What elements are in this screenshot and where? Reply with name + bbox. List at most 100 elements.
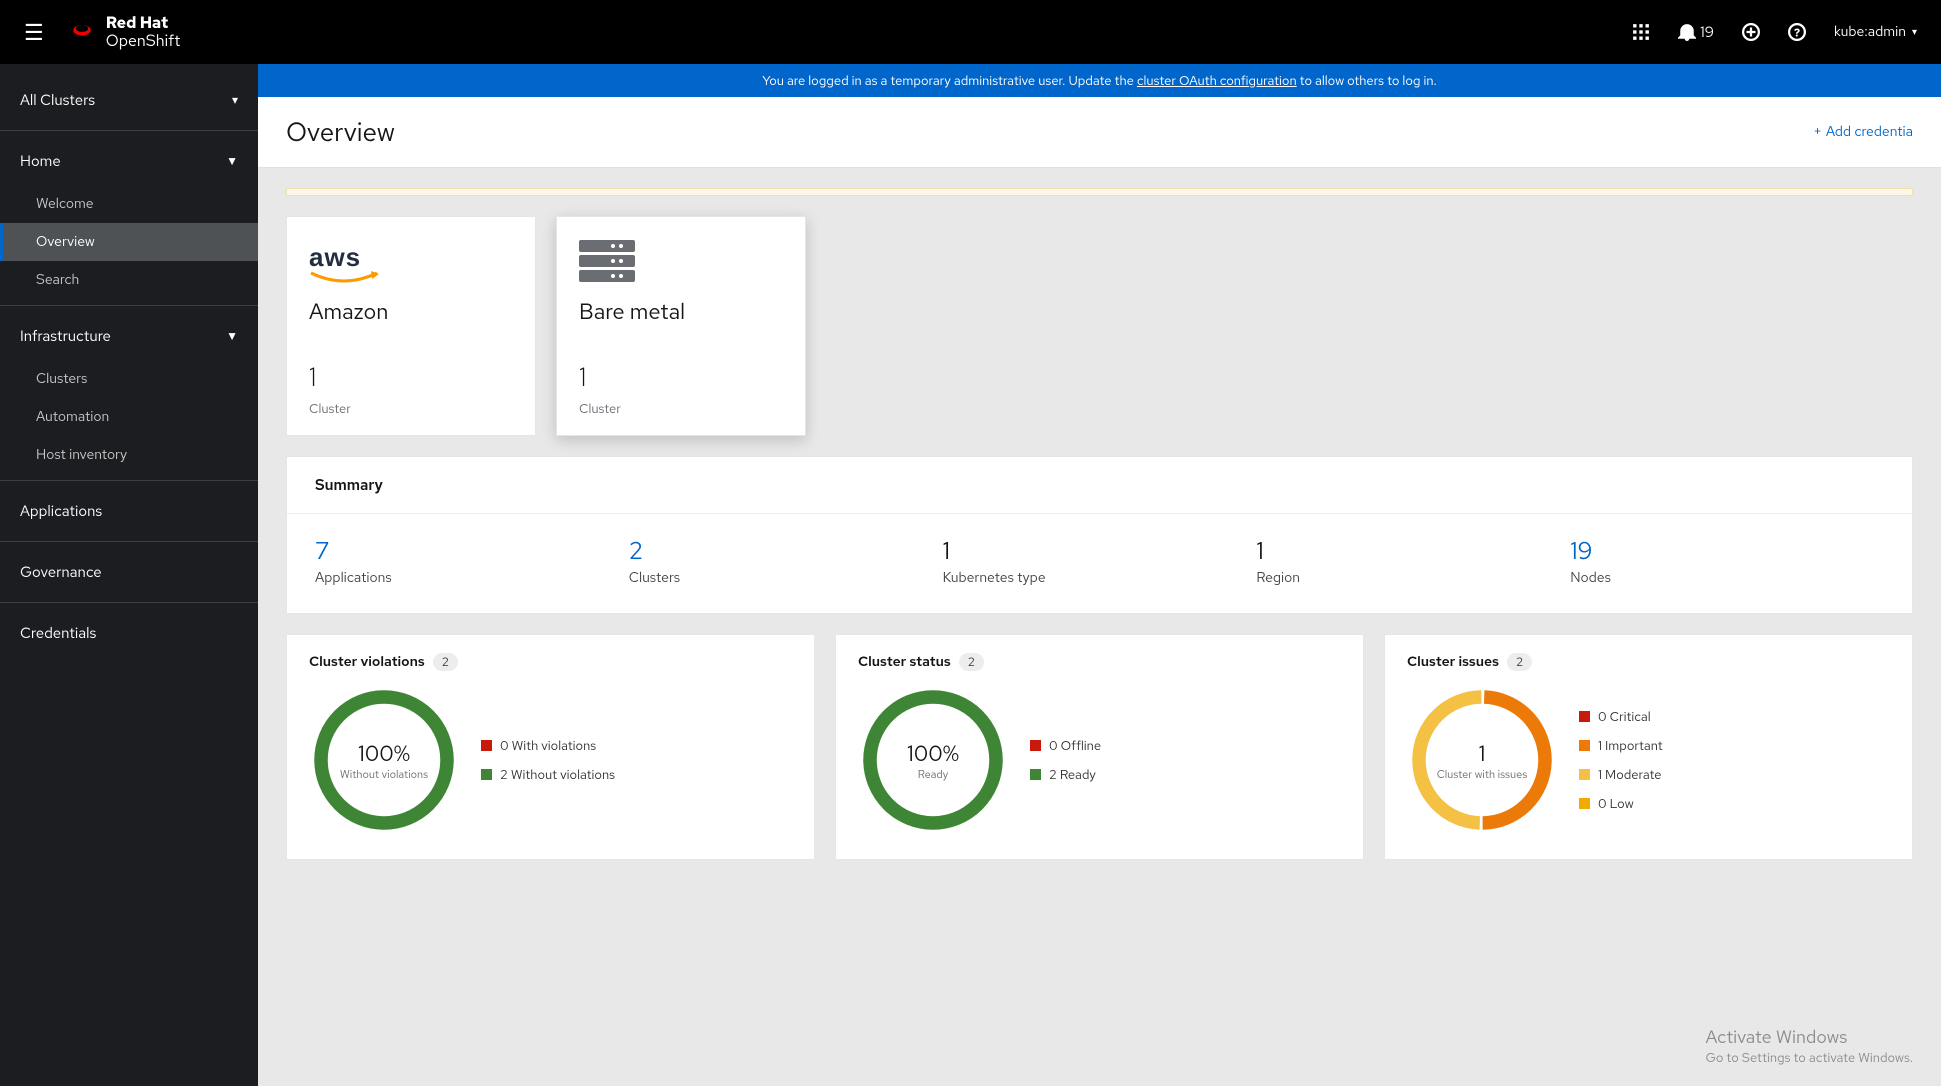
divider [0, 130, 258, 131]
legend-text: 0 Offline [1049, 737, 1101, 754]
summary-label: Clusters [629, 569, 943, 587]
summary-label: Kubernetes type [943, 569, 1257, 587]
legend-swatch [1030, 769, 1041, 780]
cluster-switcher-label: All Clusters [20, 90, 95, 110]
legend-text: 1 Moderate [1598, 766, 1662, 783]
provider-card-amazon[interactable]: aws Amazon 1 Cluster [286, 216, 536, 436]
legend-text: 0 With violations [500, 737, 596, 754]
donut-center-label: Ready [918, 768, 949, 782]
violations-legend: 0 With violations 2 Without violations [481, 737, 615, 783]
app-launcher-icon[interactable] [1632, 23, 1650, 41]
provider-count-label: Cluster [579, 400, 783, 417]
legend-item: 0 With violations [481, 737, 615, 754]
summary-clusters[interactable]: 2 Clusters [629, 536, 943, 587]
banner-text-post: to allow others to log in. [1297, 72, 1437, 89]
add-credentials-label: Add credentia [1826, 123, 1913, 141]
redhat-logo-icon [68, 18, 96, 46]
legend-item: 2 Without violations [481, 766, 615, 783]
legend-item: 0 Offline [1030, 737, 1101, 754]
user-name: kube:admin [1834, 23, 1906, 41]
nav-item-welcome[interactable]: Welcome [0, 185, 258, 223]
nav-section-infrastructure[interactable]: Infrastructure ▼ [0, 312, 258, 360]
help-icon[interactable]: ? [1788, 23, 1806, 41]
card-title: Cluster violations [309, 653, 425, 671]
sidebar: All Clusters ▾ Home ▼ Welcome Overview S… [0, 64, 258, 1086]
banner-text-pre: You are logged in as a temporary adminis… [762, 72, 1137, 89]
summary-header: Summary [287, 457, 1912, 514]
summary-region: 1 Region [1256, 536, 1570, 587]
divider [0, 480, 258, 481]
legend-text: 2 Without violations [500, 766, 615, 783]
divider [0, 602, 258, 603]
add-credentials-link[interactable]: + Add credentia [1813, 123, 1913, 141]
legend-item: 2 Ready [1030, 766, 1101, 783]
summary-nodes[interactable]: 19 Nodes [1570, 536, 1884, 587]
cluster-status-card: Cluster status 2 100% Ready 0 Offlin [835, 634, 1364, 860]
donut-center-value: 1 [1479, 739, 1486, 768]
plus-icon: + [1813, 123, 1821, 141]
donut-center-value: 100% [907, 739, 959, 768]
cluster-issues-card: Cluster issues 2 1 Cluster with issues [1384, 634, 1913, 860]
brand-text: Red Hat OpenShift [106, 14, 181, 49]
collapsed-alert [286, 188, 1913, 196]
cluster-switcher[interactable]: All Clusters ▾ [0, 76, 258, 124]
brand[interactable]: Red Hat OpenShift [68, 14, 181, 49]
notifications-button[interactable]: 19 [1678, 22, 1714, 42]
page-title: Overview [286, 115, 395, 149]
provider-title: Amazon [309, 297, 513, 326]
issues-donut: 1 Cluster with issues [1407, 685, 1557, 835]
donut-center-value: 100% [358, 739, 410, 768]
banner-oauth-link[interactable]: cluster OAuth configuration [1137, 72, 1297, 89]
legend-text: 1 Important [1598, 737, 1663, 754]
legend-item: 0 Low [1579, 795, 1663, 812]
notifications-count: 19 [1700, 22, 1714, 42]
summary-value: 7 [315, 536, 629, 567]
temp-admin-banner: You are logged in as a temporary adminis… [258, 64, 1941, 97]
provider-title: Bare metal [579, 297, 783, 326]
issues-legend: 0 Critical 1 Important 1 Moderate 0 Low [1579, 708, 1663, 812]
nav-item-overview[interactable]: Overview [0, 223, 258, 261]
provider-count: 1 [309, 360, 513, 394]
status-legend: 0 Offline 2 Ready [1030, 737, 1101, 783]
legend-item: 0 Critical [1579, 708, 1663, 725]
status-cards: Cluster violations 2 100% Without violat… [286, 634, 1913, 860]
nav-item-credentials[interactable]: Credentials [0, 609, 258, 657]
import-icon[interactable] [1742, 23, 1760, 41]
card-badge: 2 [433, 653, 458, 671]
legend-swatch [1579, 711, 1590, 722]
nav-item-governance[interactable]: Governance [0, 548, 258, 596]
legend-swatch [1030, 740, 1041, 751]
summary-label: Nodes [1570, 569, 1884, 587]
violations-donut: 100% Without violations [309, 685, 459, 835]
card-badge: 2 [959, 653, 984, 671]
status-donut: 100% Ready [858, 685, 1008, 835]
nav-section-home[interactable]: Home ▼ [0, 137, 258, 185]
legend-text: 0 Critical [1598, 708, 1651, 725]
menu-toggle-icon[interactable]: ☰ [24, 18, 44, 47]
summary-value: 2 [629, 536, 943, 567]
chevron-down-icon: ▼ [226, 328, 238, 344]
nav-item-automation[interactable]: Automation [0, 398, 258, 436]
legend-swatch [1579, 769, 1590, 780]
legend-swatch [481, 740, 492, 751]
summary-label: Region [1256, 569, 1570, 587]
summary-value: 1 [943, 536, 1257, 567]
divider [0, 305, 258, 306]
summary-label: Applications [315, 569, 629, 587]
provider-card-bare-metal[interactable]: Bare metal 1 Cluster [556, 216, 806, 436]
legend-swatch [1579, 740, 1590, 751]
provider-cards: aws Amazon 1 Cluster Bare metal 1 Cluste… [286, 216, 1913, 436]
summary-value: 1 [1256, 536, 1570, 567]
nav-item-applications[interactable]: Applications [0, 487, 258, 535]
nav-section-label: Infrastructure [20, 326, 111, 346]
user-menu[interactable]: kube:admin ▾ [1834, 23, 1917, 41]
nav-item-clusters[interactable]: Clusters [0, 360, 258, 398]
divider [0, 541, 258, 542]
nav-item-host-inventory[interactable]: Host inventory [0, 436, 258, 474]
summary-applications[interactable]: 7 Applications [315, 536, 629, 587]
provider-count-label: Cluster [309, 400, 513, 417]
legend-text: 2 Ready [1049, 766, 1096, 783]
legend-swatch [481, 769, 492, 780]
nav-item-search[interactable]: Search [0, 261, 258, 299]
aws-logo-icon: aws [309, 239, 513, 285]
